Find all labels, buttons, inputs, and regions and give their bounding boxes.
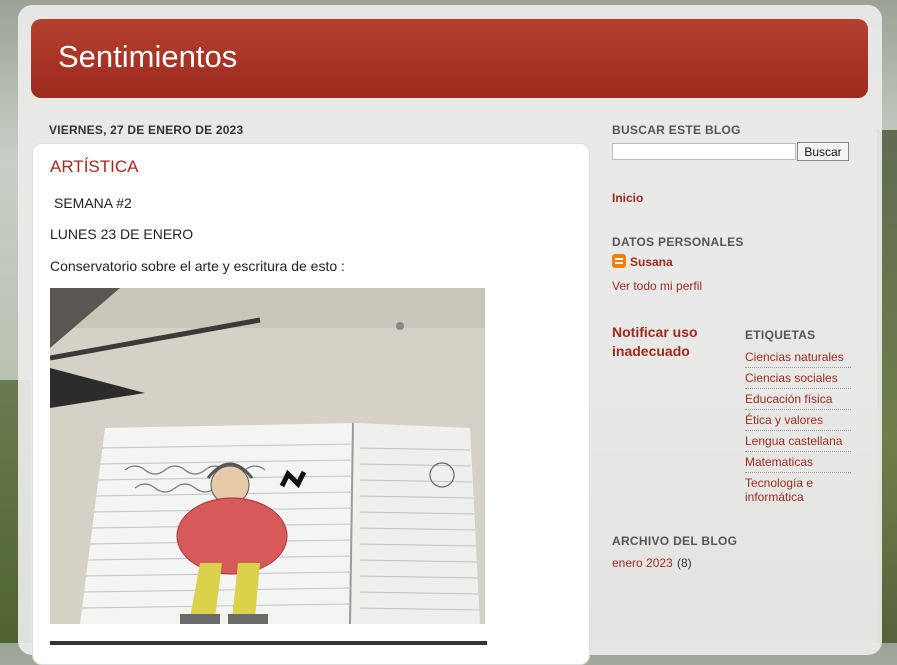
profile-heading: DATOS PERSONALES: [612, 235, 744, 249]
post-title[interactable]: ARTÍSTICA: [50, 157, 138, 177]
label-link[interactable]: Ética y valores: [745, 413, 851, 431]
drawing-illustration: [50, 288, 485, 624]
blogger-icon: [612, 254, 626, 268]
post-line-week: SEMANA #2: [54, 195, 132, 211]
archive-count: (8): [677, 556, 692, 570]
label-link[interactable]: Matematicas: [745, 455, 851, 473]
home-link[interactable]: Inicio: [612, 191, 643, 205]
blog-title[interactable]: Sentimientos: [58, 39, 237, 75]
label-link[interactable]: Tecnología e informática: [745, 476, 825, 507]
post-photo-drawing[interactable]: [50, 288, 485, 624]
search-button[interactable]: Buscar: [797, 142, 849, 161]
label-link[interactable]: Ciencias naturales: [745, 350, 851, 368]
label-link[interactable]: Educación física: [745, 392, 851, 410]
label-link[interactable]: Ciencias sociales: [745, 371, 851, 389]
blog-post: ARTÍSTICA SEMANA #2 LUNES 23 DE ENERO Co…: [32, 143, 590, 665]
post-date-header: VIERNES, 27 DE ENERO DE 2023: [49, 123, 244, 137]
profile-name-link[interactable]: Susana: [630, 255, 673, 269]
report-abuse-link[interactable]: Notificar uso inadecuado: [612, 323, 732, 361]
view-profile-link[interactable]: Ver todo mi perfil: [612, 279, 702, 293]
post-line-date: LUNES 23 DE ENERO: [50, 226, 194, 242]
next-photo-edge: [50, 641, 487, 645]
archive-month-link[interactable]: enero 2023: [612, 556, 673, 570]
labels-heading: ETIQUETAS: [745, 328, 816, 342]
archive-heading: ARCHIVO DEL BLOG: [612, 534, 738, 548]
search-heading: BUSCAR ESTE BLOG: [612, 123, 741, 137]
label-link[interactable]: Lengua castellana: [745, 434, 851, 452]
post-line-description: Conservatorio sobre el arte y escritura …: [50, 258, 345, 274]
blog-header: Sentimientos: [31, 19, 868, 98]
search-input[interactable]: [612, 143, 796, 160]
